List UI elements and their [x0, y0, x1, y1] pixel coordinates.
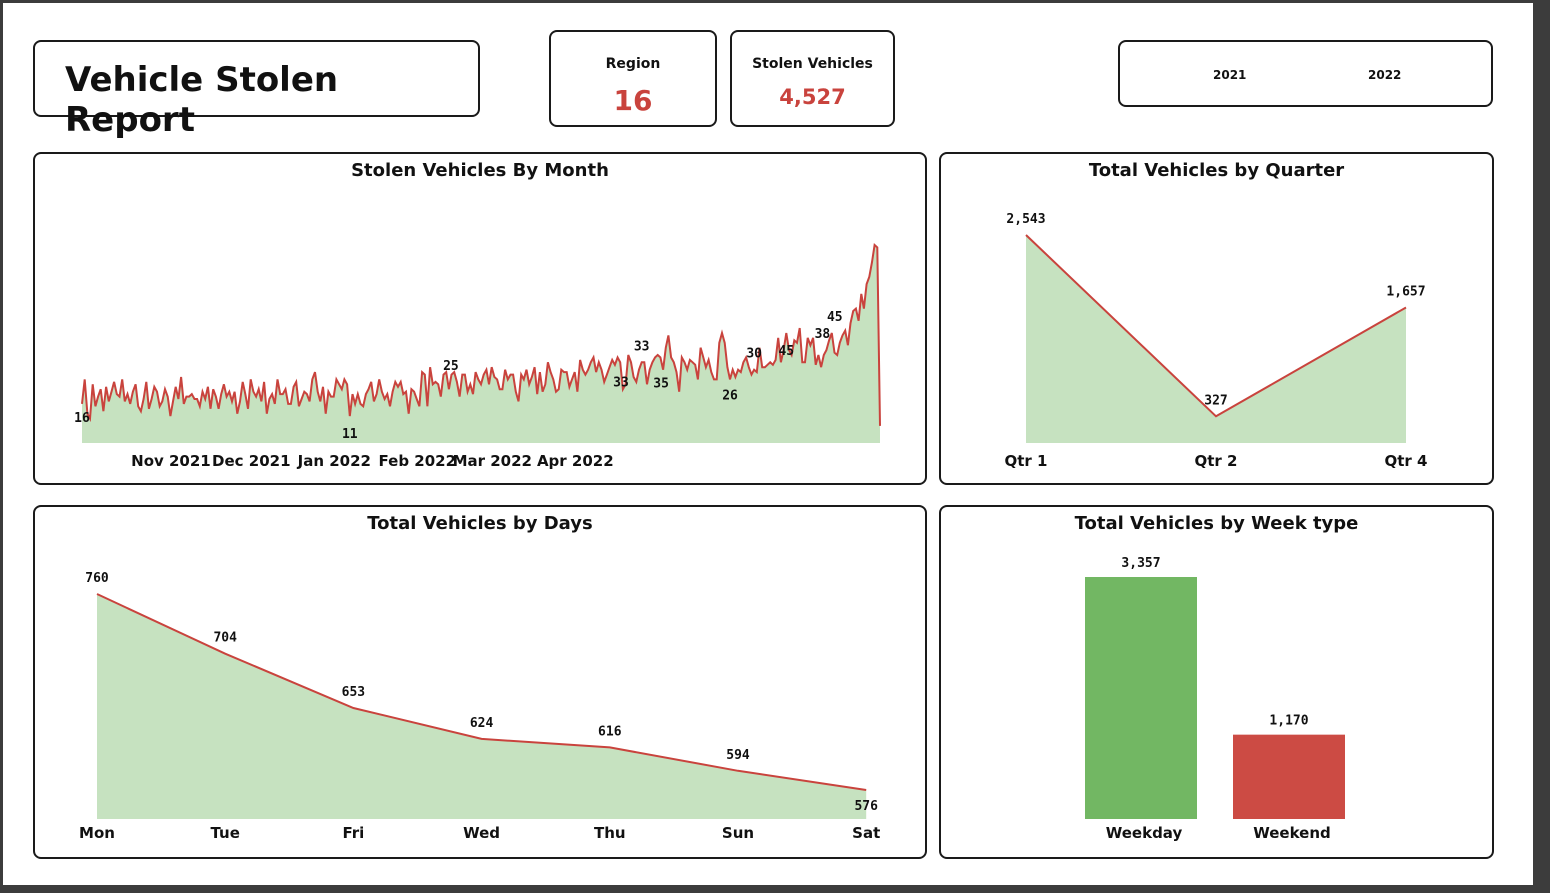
- month-area: [82, 245, 880, 443]
- days-data-label-1: 704: [213, 631, 237, 646]
- year-option-2022[interactable]: 2022: [1368, 68, 1401, 82]
- month-data-label-209: 33: [634, 339, 650, 354]
- quarter-data-label-2: 1,657: [1386, 284, 1425, 299]
- month-x-tick-5: Apr 2022: [537, 452, 614, 470]
- month-chart-svg: Nov 2021 Dec 2021 Jan 2022 Feb 2022Mar 2022…: [74, 243, 881, 470]
- month-data-label-278: 38: [815, 327, 831, 342]
- total-by-quarter-chart: Total Vehicles by Quarter 2,543 Qtr 1 327 Q…: [939, 152, 1494, 485]
- days-data-label-2: 653: [342, 685, 365, 700]
- days-x-tick-5: Sun: [722, 824, 754, 842]
- days-data-label-6: 576: [854, 799, 878, 814]
- month-data-label-220: 35: [653, 376, 669, 391]
- quarter-x-tick-0: Qtr 1: [1005, 452, 1048, 470]
- week-type-data-label-0: 3,357: [1121, 556, 1160, 571]
- days-area: [97, 594, 867, 819]
- month-data-label-140: 25: [443, 359, 459, 374]
- week-type-bar-1: [1233, 734, 1345, 819]
- days-data-label-3: 624: [470, 716, 494, 731]
- days-x-tick-2: Fri: [342, 824, 364, 842]
- month-x-tick-2: Jan 2022: [297, 452, 371, 470]
- region-kpi-label: Region: [605, 56, 661, 72]
- days-data-label-0: 760: [85, 571, 109, 586]
- days-x-tick-0: Mon: [79, 824, 115, 842]
- region-kpi-value: 16: [613, 84, 653, 117]
- total-by-week-type-chart: Total Vehicles by Week type 3,357 Weekday…: [939, 505, 1494, 859]
- year-option-2021[interactable]: 2021: [1213, 68, 1246, 82]
- quarter-x-tick-2: Qtr 4: [1385, 452, 1428, 470]
- month-data-label-242: 26: [722, 388, 738, 403]
- stolen-vehicles-kpi-value: 4,527: [779, 85, 846, 109]
- stolen-vehicles-kpi-label: Stolen Vehicles: [752, 56, 873, 72]
- month-data-label-263: 45: [778, 344, 794, 359]
- total-by-days-chart: Total Vehicles by Days 760 Mon 704 Tue 653 Fr…: [33, 505, 927, 859]
- days-data-label-5: 594: [726, 748, 750, 763]
- year-slicer: 2021 2022: [1118, 40, 1493, 107]
- stolen-by-month-chart: Stolen Vehicles By Month Nov 2021 Dec 202…: [33, 152, 927, 485]
- week-type-x-tick-0: Weekday: [1106, 824, 1183, 842]
- week-type-x-tick-1: Weekend: [1253, 824, 1331, 842]
- stolen-vehicles-kpi-card: Stolen Vehicles 4,527: [730, 30, 895, 127]
- week-type-data-label-1: 1,170: [1269, 714, 1308, 729]
- week-type-chart-svg: 3,357 Weekday 1,170 Weekend: [1085, 556, 1345, 842]
- quarter-data-label-0: 2,543: [1006, 212, 1045, 227]
- quarter-data-label-1: 327: [1204, 393, 1227, 408]
- days-x-tick-3: Wed: [463, 824, 500, 842]
- week-type-bar-0: [1085, 577, 1197, 819]
- days-data-label-4: 616: [598, 724, 622, 739]
- month-data-label-100: 11: [342, 427, 358, 442]
- month-data-label-280: 45: [827, 310, 843, 325]
- region-kpi-card: Region 16: [549, 30, 717, 127]
- days-chart-svg: 760 Mon 704 Tue 653 Fri 624 Wed 616 Thu 594 Sun 576 S…: [79, 571, 880, 842]
- month-x-tick-4: Mar 2022: [453, 452, 532, 470]
- month-data-label-205: 33: [613, 375, 629, 390]
- month-x-tick-3: Feb 2022: [379, 452, 457, 470]
- report-title-card: Vehicle Stolen Report: [33, 40, 480, 140]
- quarter-x-tick-1: Qtr 2: [1195, 452, 1238, 470]
- quarter-chart-svg: 2,543 Qtr 1 327 Qtr 2 1,657 Qtr 4: [1005, 212, 1428, 470]
- month-data-label-0: 16: [74, 411, 90, 426]
- dashboard-canvas: Vehicle Stolen Report Region 16 Stolen V…: [3, 3, 1533, 885]
- report-title: Vehicle Stolen Report: [65, 60, 339, 140]
- month-x-tick-1: Dec 2021: [212, 452, 291, 470]
- days-x-tick-6: Sat: [852, 824, 880, 842]
- month-data-label-251: 30: [746, 347, 762, 362]
- days-x-tick-1: Tue: [210, 824, 239, 842]
- month-x-tick-0: Nov 2021: [131, 452, 211, 470]
- days-x-tick-4: Thu: [594, 824, 626, 842]
